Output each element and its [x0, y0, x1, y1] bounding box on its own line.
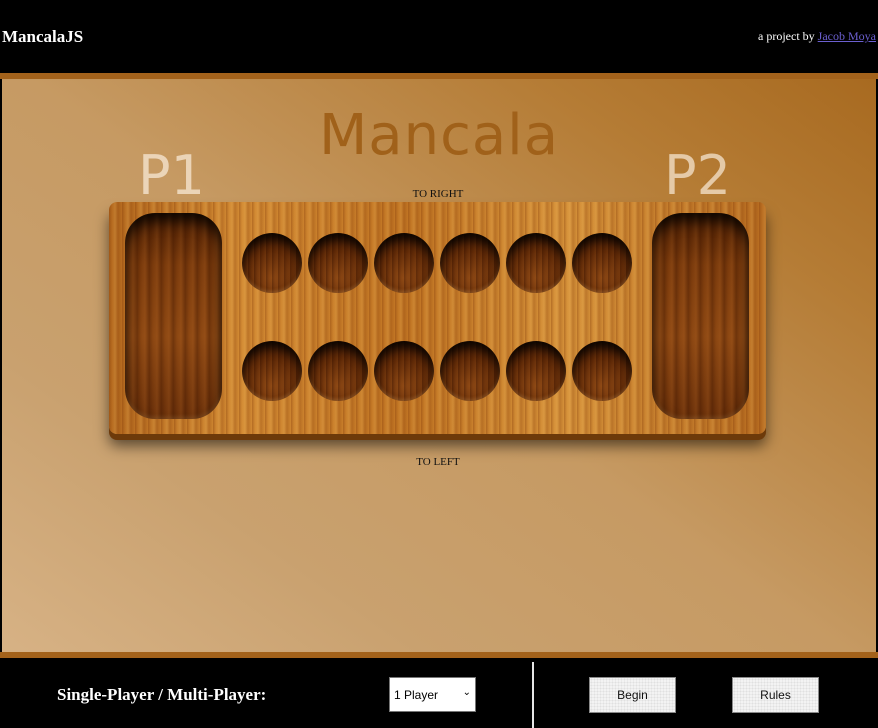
mode-label: Single-Player / Multi-Player: [57, 685, 267, 704]
pit-top-4[interactable] [440, 233, 500, 293]
header-bar: MancalaJS a project by Jacob Moya [0, 0, 878, 73]
direction-to-right: TO RIGHT [412, 188, 464, 200]
player2-label: P2 [664, 144, 731, 207]
app-title: MancalaJS [2, 27, 84, 46]
direction-to-left: TO LEFT [416, 456, 460, 468]
chevron-down-icon: ⌄ [462, 687, 471, 698]
pit-top-1[interactable] [242, 233, 302, 293]
pit-top-3[interactable] [374, 233, 434, 293]
pit-bottom-1[interactable] [242, 341, 302, 401]
pit-bottom-4[interactable] [440, 341, 500, 401]
pit-top-2[interactable] [308, 233, 368, 293]
pit-top-5[interactable] [506, 233, 566, 293]
pit-bottom-6[interactable] [572, 341, 632, 401]
player1-label: P1 [138, 144, 205, 207]
pit-bottom-3[interactable] [374, 341, 434, 401]
rules-button[interactable]: Rules [732, 677, 819, 713]
begin-button[interactable]: Begin [589, 677, 676, 713]
credit-text: a project by Jacob Moya [758, 29, 876, 44]
controls-divider [532, 662, 534, 728]
pit-bottom-2[interactable] [308, 341, 368, 401]
pit-top-6[interactable] [572, 233, 632, 293]
controls-bar: Single-Player / Multi-Player: 1 Player ⌄… [0, 658, 878, 728]
credit-prefix: a project by [758, 29, 818, 43]
game-title: Mancala [318, 103, 560, 168]
player2-store[interactable] [652, 213, 749, 419]
player-mode-value: 1 Player [394, 688, 439, 702]
player1-store[interactable] [125, 213, 222, 419]
player-mode-select[interactable]: 1 Player ⌄ [389, 677, 476, 712]
author-link[interactable]: Jacob Moya [818, 29, 876, 43]
pit-bottom-5[interactable] [506, 341, 566, 401]
mancala-board [109, 202, 766, 434]
mancala-page: MancalaJS a project by Jacob Moya Mancal… [0, 0, 878, 728]
